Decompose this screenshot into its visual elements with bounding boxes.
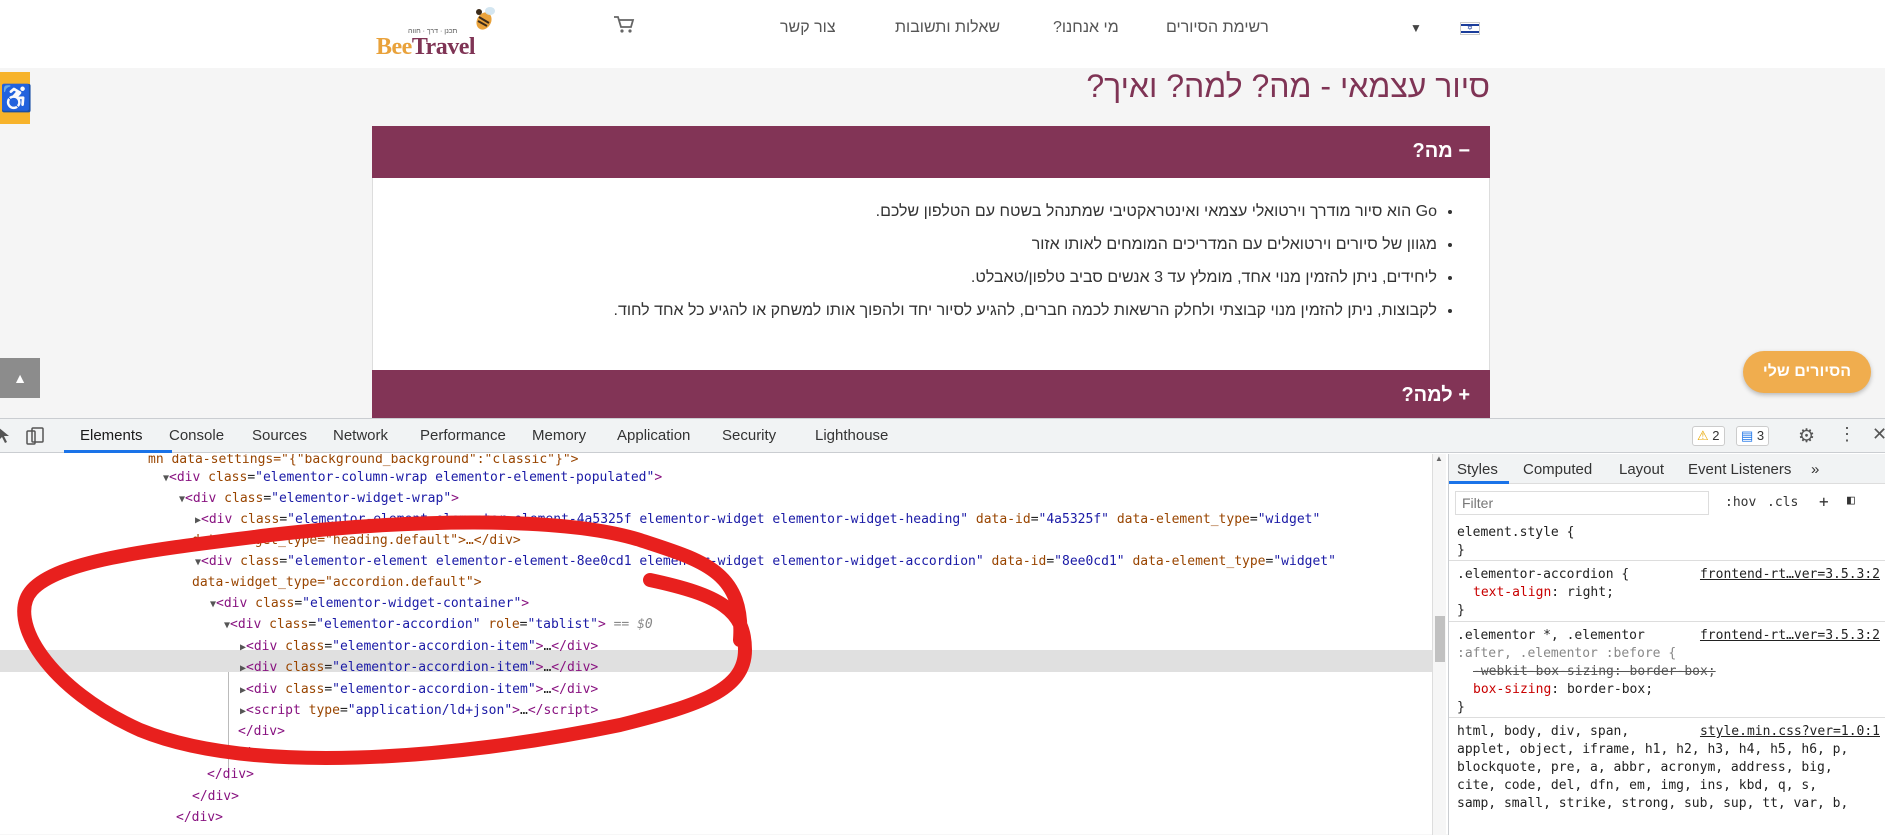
site-header: תכנן · דרך · חווה BeeTravel צור קשר שאלו…: [0, 0, 1885, 68]
scroll-to-top-button[interactable]: ▲: [0, 358, 40, 398]
accordion-node[interactable]: ▼<div class="elementor-accordion" role="…: [224, 615, 653, 635]
chevron-down-icon[interactable]: ▼: [1410, 21, 1422, 35]
tab-layout[interactable]: Layout: [1619, 461, 1664, 478]
tree-row[interactable]: ▶<div class="elementor-element elementor…: [195, 510, 1320, 530]
scrollbar-thumb[interactable]: [1435, 616, 1445, 662]
devtools-panel: Elements Console Sources Network Perform…: [0, 418, 1885, 835]
tab-more[interactable]: »: [1811, 461, 1819, 478]
selected-row-highlight: [0, 650, 1432, 672]
active-style-tab-indicator: [1449, 481, 1509, 484]
hover-state-toggle[interactable]: :hov: [1725, 495, 1756, 510]
list-item: מגוון של סיורים וירטואלים עם המדריכים המ…: [614, 233, 1437, 266]
list-item: ליחידים, ניתן להזמין מנוי אחד, מומלץ עד …: [614, 266, 1437, 299]
styles-tabbar: Styles Computed Layout Event Listeners »: [1449, 454, 1885, 484]
nav-faq[interactable]: שאלות ותשובות: [895, 19, 1000, 37]
style-source-link[interactable]: style.min.css?ver=1.0:1: [1700, 723, 1880, 741]
tab-network[interactable]: Network: [333, 427, 388, 444]
close-icon[interactable]: ✕: [1872, 424, 1885, 445]
tree-row[interactable]: ▶<div class="elementor-accordion-item">……: [240, 658, 598, 678]
tree-row-continuation: data-widget_type="heading.default">…</di…: [192, 533, 521, 548]
list-item: Go הוא סיור מודרך וירטואלי עצמאי ואינטרא…: [614, 200, 1437, 233]
tab-security[interactable]: Security: [722, 427, 776, 444]
style-rule-reset: html, body, div, span, style.min.css?ver…: [1457, 723, 1880, 811]
gear-icon[interactable]: ⚙: [1798, 425, 1815, 448]
tree-row[interactable]: </div>: [207, 765, 254, 785]
message-icon: ▤: [1741, 428, 1754, 443]
website-viewport: תכנן · דרך · חווה BeeTravel צור קשר שאלו…: [0, 0, 1885, 418]
bee-icon: [476, 7, 495, 30]
cart-icon[interactable]: [613, 14, 635, 34]
nav-about[interactable]: מי אנחנו?: [1053, 19, 1119, 37]
style-rule-accordion: .elementor-accordion { frontend-rt…ver=3…: [1449, 564, 1885, 622]
tab-elements[interactable]: Elements: [80, 427, 143, 444]
page-title: סיור עצמאי - מה? למה? ואיך?: [1086, 68, 1490, 104]
tree-row-selected[interactable]: [0, 615, 1432, 635]
accessibility-icon[interactable]: ♿: [0, 72, 32, 124]
tree-row[interactable]: </div>: [192, 787, 239, 807]
nav-contact[interactable]: צור קשר: [780, 19, 836, 37]
style-source-link[interactable]: frontend-rt…ver=3.5.3:2: [1700, 566, 1880, 584]
list-item: לקבוצות, ניתן להזמין מנוי קבוצתי ולחלק ה…: [614, 299, 1438, 332]
tree-row[interactable]: ▶<script type="application/ld+json">…</s…: [240, 701, 598, 721]
elements-scrollbar[interactable]: ▲: [1432, 454, 1446, 835]
messages-badge[interactable]: ▤ 3: [1736, 426, 1770, 446]
nav-tours-list[interactable]: רשימת הסיורים: [1166, 19, 1269, 37]
accordion-title-what: − מה?: [1412, 140, 1470, 162]
tab-lighthouse[interactable]: Lighthouse: [815, 427, 888, 444]
add-rule-icon[interactable]: +: [1819, 492, 1829, 511]
tab-sources[interactable]: Sources: [252, 427, 307, 444]
device-toolbar-icon[interactable]: [26, 427, 44, 445]
accordion-item-what[interactable]: − מה?: [372, 126, 1490, 178]
toggle-sidebar-icon[interactable]: ◧: [1847, 493, 1855, 508]
tab-application[interactable]: Application: [617, 427, 690, 444]
tree-row[interactable]: ▼<div class="elementor-widget-wrap">: [179, 489, 459, 509]
tree-row[interactable]: ▼<div class="elementor-column-wrap eleme…: [163, 468, 662, 488]
tree-row[interactable]: </div>: [176, 808, 223, 828]
tree-row[interactable]: </div>: [222, 744, 269, 764]
style-rule-element: element.style { }: [1449, 522, 1885, 561]
israel-flag-icon[interactable]: ✡: [1460, 22, 1480, 35]
my-tours-button[interactable]: הסיורים שלי: [1743, 351, 1871, 393]
tab-memory[interactable]: Memory: [532, 427, 586, 444]
accordion-item-why[interactable]: + למה?: [372, 370, 1490, 418]
logo-wordmark: BeeTravel: [376, 34, 476, 60]
tab-styles[interactable]: Styles: [1457, 461, 1498, 478]
tree-row[interactable]: ▶<div class="elementor-accordion-item">……: [240, 680, 598, 700]
elements-tree: mn data-settings="{"background_backgroun…: [0, 454, 1432, 835]
tree-row[interactable]: ▼<div class="elementor-widget-container"…: [210, 594, 529, 614]
more-options-icon[interactable]: ⋮: [1838, 424, 1856, 445]
styles-pane: Styles Computed Layout Event Listeners »…: [1448, 454, 1885, 835]
warning-icon: ⚠: [1697, 428, 1709, 443]
class-toggle[interactable]: .cls: [1767, 495, 1798, 510]
tree-row[interactable]: </div>: [238, 722, 285, 742]
accordion-title-why: + למה?: [1401, 384, 1470, 406]
chevron-up-icon: ▲: [13, 370, 27, 386]
tab-computed[interactable]: Computed: [1523, 461, 1592, 478]
tree-row[interactable]: ▶<div class="elementor-accordion-item">……: [240, 637, 598, 657]
tree-row-continuation: data-widget_type="accordion.default">: [192, 575, 482, 590]
scroll-up-icon: ▲: [1435, 454, 1443, 463]
tree-row[interactable]: ▼<div class="elementor-element elementor…: [195, 552, 1336, 572]
minus-icon: −: [1458, 140, 1470, 162]
active-tab-indicator: [64, 450, 172, 453]
beetravel-logo[interactable]: תכנן · דרך · חווה BeeTravel: [374, 4, 502, 62]
devtools-tabbar: Elements Console Sources Network Perform…: [0, 419, 1885, 453]
warnings-badge[interactable]: ⚠ 2: [1692, 426, 1725, 446]
style-rule-elementor-all: .elementor *, .elementor frontend-rt…ver…: [1449, 624, 1885, 718]
plus-icon: +: [1458, 384, 1470, 406]
style-source-link[interactable]: frontend-rt…ver=3.5.3:2: [1700, 627, 1880, 645]
tab-event-listeners[interactable]: Event Listeners: [1688, 461, 1791, 478]
tab-performance[interactable]: Performance: [420, 427, 506, 444]
inspect-element-icon[interactable]: [0, 427, 12, 443]
tab-console[interactable]: Console: [169, 427, 224, 444]
styles-filter-input[interactable]: Filter: [1455, 491, 1709, 515]
accordion-content-what: Go הוא סיור מודרך וירטואלי עצמאי ואינטרא…: [372, 178, 1490, 370]
